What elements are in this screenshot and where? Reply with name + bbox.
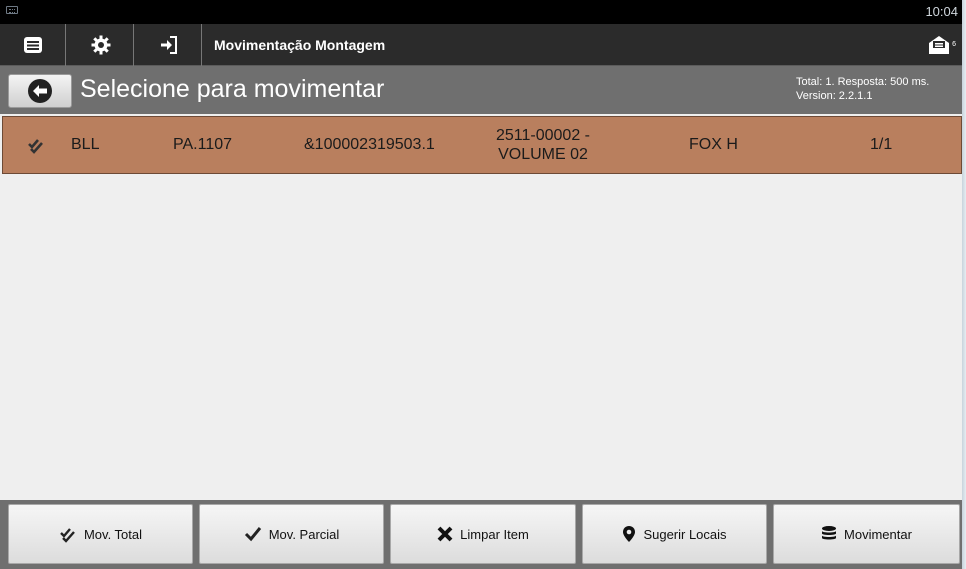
app-window: 10:04 Movimentação Montagem 6 Selecione … — [0, 0, 962, 569]
list-item[interactable]: BLL PA.1107 &100002319503.1 2511-00002 -… — [2, 116, 962, 174]
map-marker-icon — [623, 526, 636, 542]
mov-parcial-button[interactable]: Mov. Parcial — [199, 504, 384, 564]
close-icon — [437, 526, 453, 542]
response-info-version: Version: 2.2.1.1 — [796, 90, 873, 102]
item-barcode: &100002319503.1 — [304, 136, 435, 153]
mov-parcial-label: Mov. Parcial — [268, 526, 340, 542]
item-code: BLL — [71, 136, 100, 153]
menu-icon — [23, 37, 42, 53]
movimentar-button[interactable]: Movimentar — [773, 504, 960, 564]
movimentar-label: Movimentar — [844, 526, 912, 542]
mov-total-button[interactable]: Mov. Total — [8, 504, 193, 564]
settings-button[interactable] — [68, 24, 134, 66]
item-location: PA.1107 — [173, 136, 233, 153]
window-edge — [962, 0, 966, 569]
page-title: Selecione para movimentar — [80, 75, 385, 103]
sign-in-button[interactable] — [136, 24, 202, 66]
sugerir-locais-button[interactable]: Sugerir Locais — [582, 504, 767, 564]
limpar-item-button[interactable]: Limpar Item — [390, 504, 576, 564]
mov-total-label: Mov. Total — [83, 526, 143, 542]
page-header: Selecione para movimentar Total: 1. Resp… — [0, 66, 962, 114]
item-client: FOX H — [689, 136, 738, 153]
sugerir-locais-label: Sugerir Locais — [643, 526, 727, 542]
menu-button[interactable] — [0, 24, 66, 66]
database-icon — [822, 526, 837, 540]
selected-check-icon — [27, 117, 45, 173]
limpar-item-label: Limpar Item — [460, 526, 529, 542]
status-bar: 10:04 — [0, 0, 962, 24]
toolbar-title: Movimentação Montagem — [214, 37, 386, 53]
item-list: BLL PA.1107 &100002319503.1 2511-00002 -… — [0, 114, 962, 500]
keyboard-icon — [6, 6, 18, 14]
mail-icon — [929, 36, 949, 54]
back-button[interactable] — [8, 74, 72, 108]
action-bar: Mov. Total Mov. Parcial Limpar Item Suge… — [0, 500, 962, 569]
status-time: 10:04 — [925, 4, 958, 19]
top-toolbar: Movimentação Montagem 6 — [0, 24, 962, 66]
check-icon — [244, 527, 261, 542]
double-check-icon — [60, 528, 75, 543]
item-document-line1: 2511-00002 - — [496, 127, 590, 144]
gear-icon — [91, 35, 110, 55]
sign-in-icon — [160, 36, 177, 54]
arrow-left-circle-icon — [28, 79, 52, 103]
item-document: 2511-00002 - VOLUME 02 — [463, 117, 623, 173]
response-info: Total: 1. Resposta: 500 ms. Version: 2.2… — [796, 75, 929, 103]
item-count: 1/1 — [870, 136, 893, 153]
item-document-line2: VOLUME 02 — [498, 146, 588, 163]
response-info-total: Total: 1. Resposta: 500 ms. — [796, 76, 930, 88]
mail-button[interactable]: 6 — [924, 33, 956, 57]
mail-badge: 6 — [952, 41, 956, 48]
